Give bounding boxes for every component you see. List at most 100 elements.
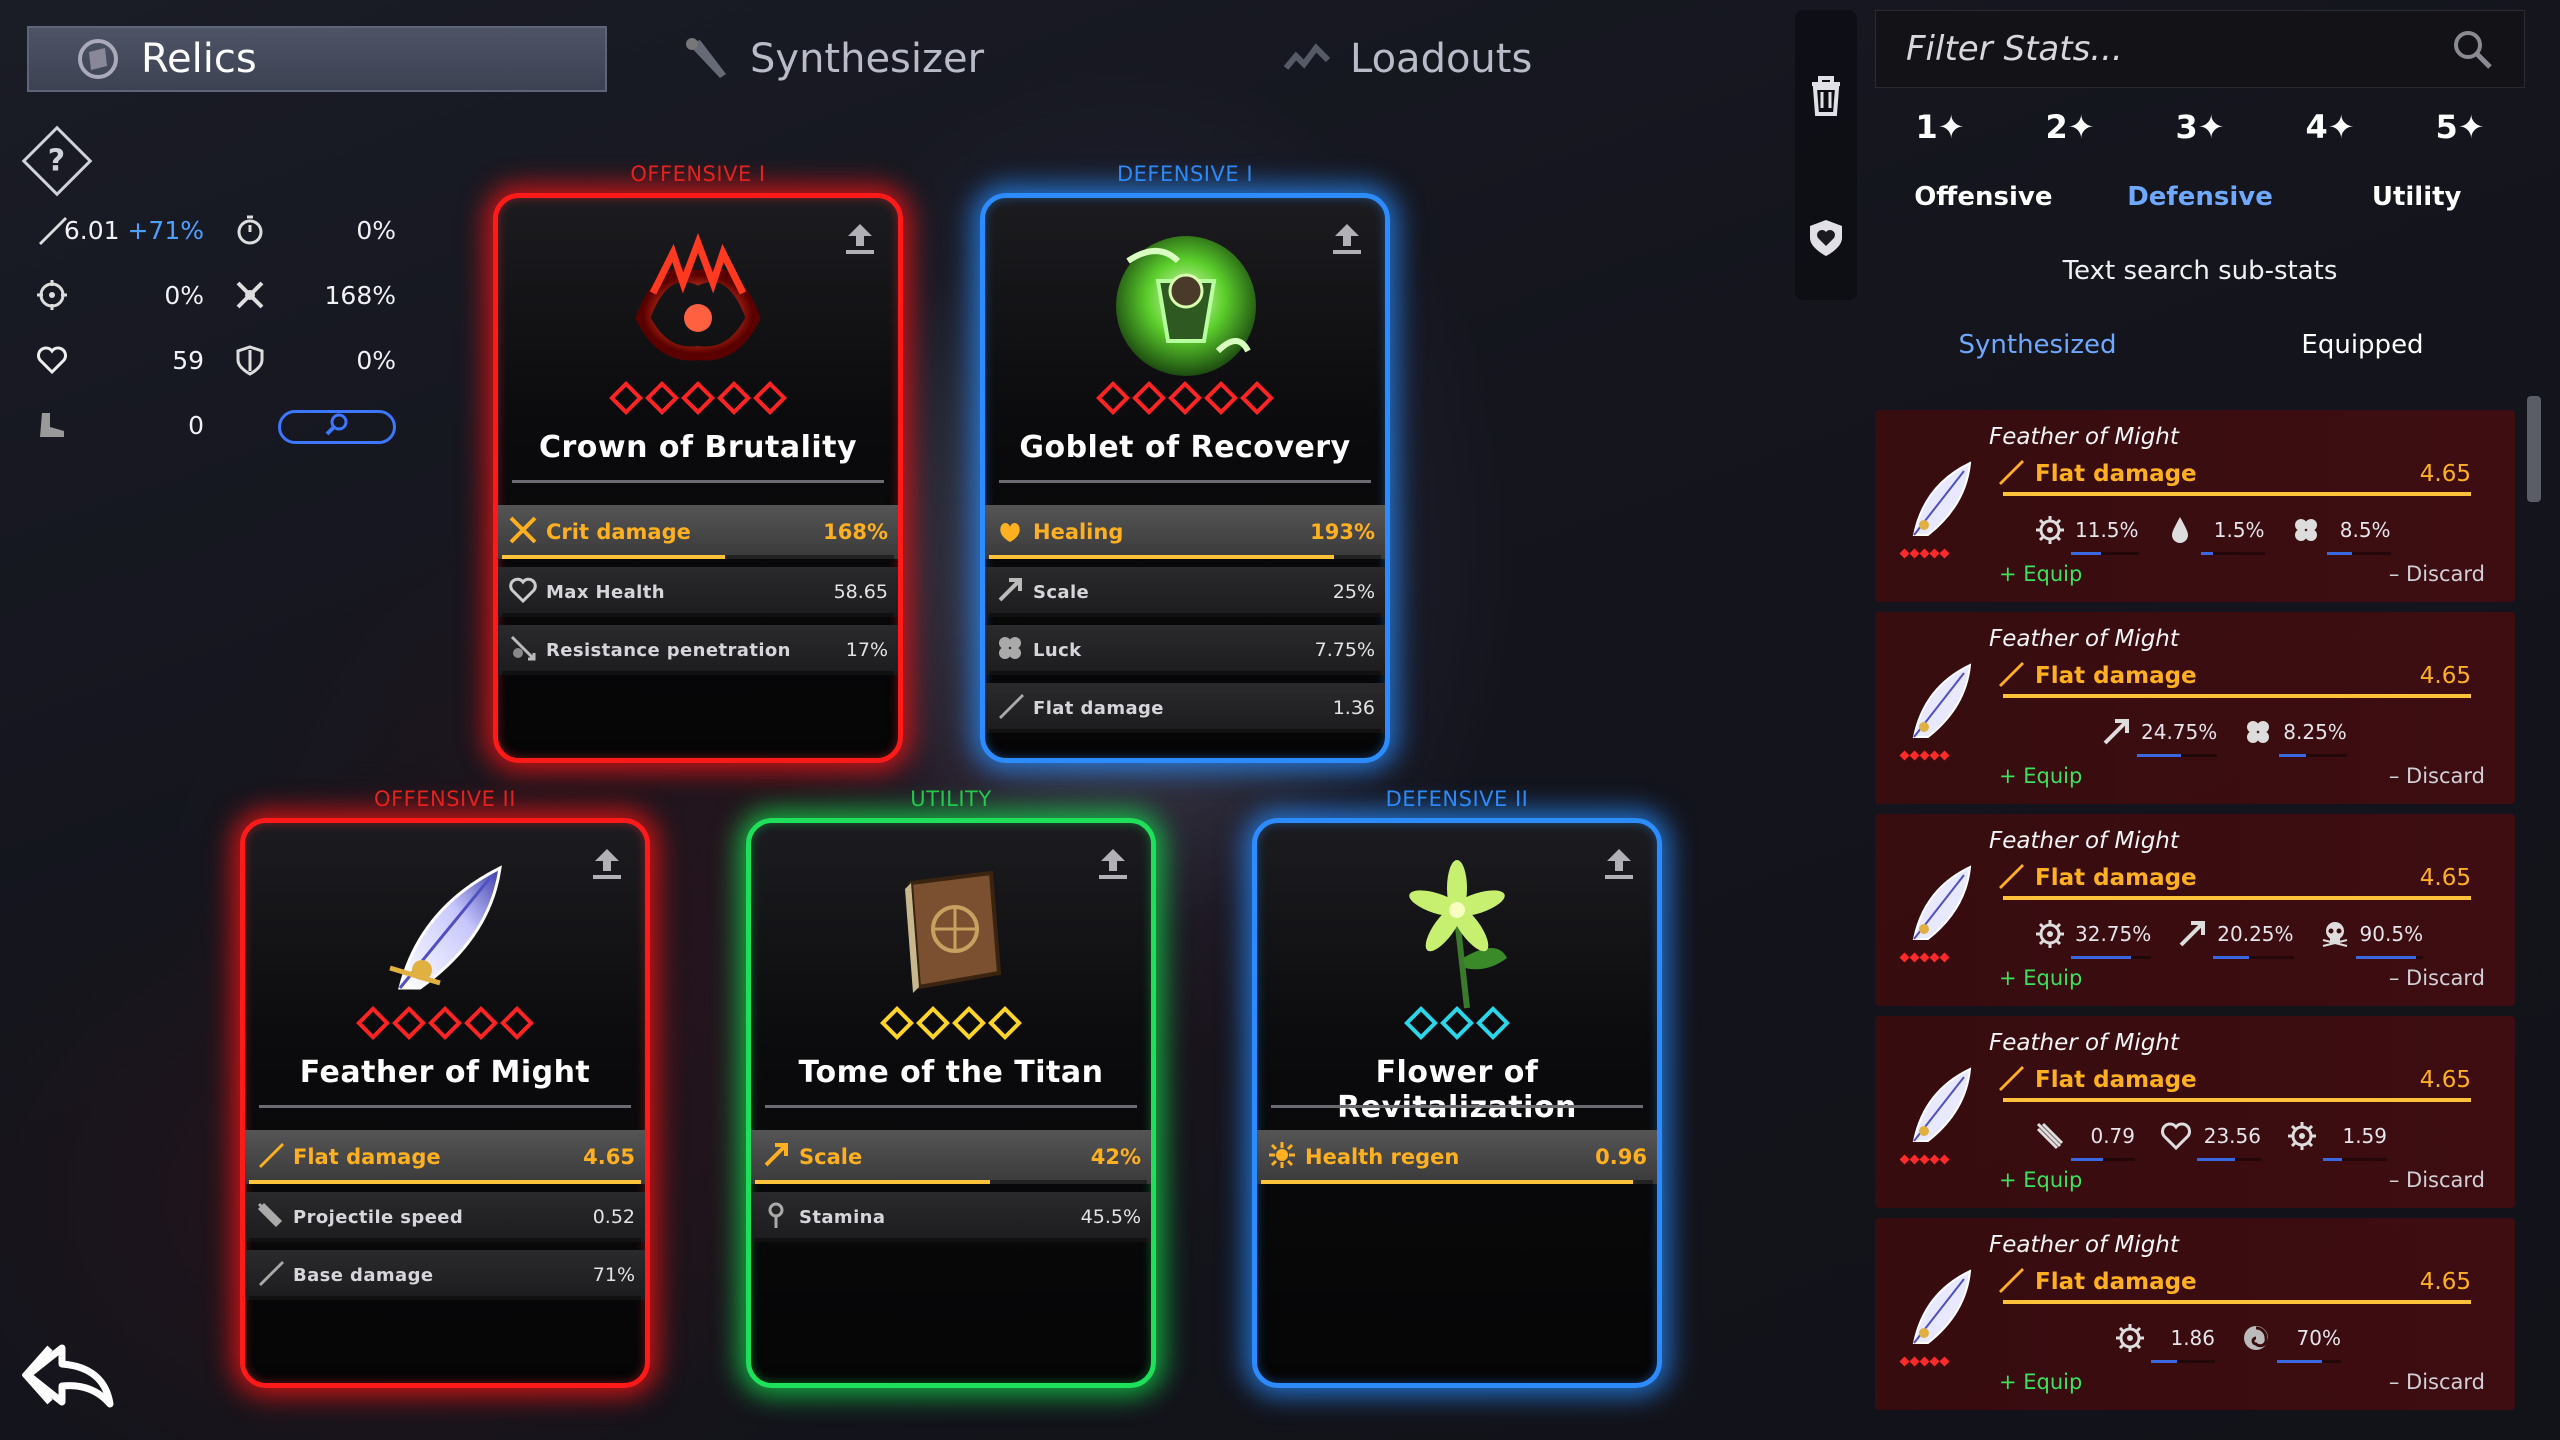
rarity-stars: [1257, 1006, 1657, 1040]
category-filter-defensive[interactable]: Defensive: [2092, 182, 2309, 212]
sort-synthesized[interactable]: Synthesized: [1875, 330, 2200, 360]
shield-heart-icon[interactable]: [1806, 216, 1846, 260]
sort-equipped[interactable]: Equipped: [2200, 330, 2525, 360]
sub-stat: Stamina 45.5%: [751, 1192, 1151, 1242]
item-substat: 24.75%: [2097, 713, 2218, 757]
goblet-of-recovery-art: [1095, 218, 1275, 398]
tier-filter-3[interactable]: 3✦: [2175, 108, 2224, 146]
tab-loadouts[interactable]: Loadouts: [1282, 26, 1532, 92]
list-item[interactable]: Feather of Might Flat damage 4.65 0.79 2…: [1875, 1016, 2515, 1208]
equip-button[interactable]: + Equip: [1999, 562, 2082, 586]
main-stat: Healing 193%: [985, 505, 1385, 559]
filter-stats-input[interactable]: Filter Stats...: [1875, 10, 2525, 88]
category-filter-utility[interactable]: Utility: [2308, 182, 2525, 212]
item-substat: 1.86: [2111, 1319, 2215, 1363]
sword-icon: [255, 1140, 285, 1174]
tier-filter-row: 1✦ 2✦ 3✦ 4✦ 5✦: [1875, 108, 2525, 146]
sword-icon: [995, 691, 1025, 725]
slot-label-offensive-2: OFFENSIVE II: [374, 787, 516, 811]
rarity-stars: [985, 381, 1385, 415]
relic-card-utility[interactable]: Tome of the Titan Scale 42% Stamina 45.5…: [746, 818, 1156, 1388]
list-item[interactable]: Feather of Might Flat damage 4.65 32.75%…: [1875, 814, 2515, 1006]
inventory-scrollbar[interactable]: [2527, 396, 2541, 502]
text-search-substats-toggle[interactable]: Text search sub-stats: [1875, 256, 2525, 286]
list-item[interactable]: Feather of Might Flat damage 4.65 24.75%…: [1875, 612, 2515, 804]
list-item[interactable]: Feather of Might Flat damage 4.65 11.5% …: [1875, 410, 2515, 602]
relic-card-defensive-2[interactable]: Flower of Revitalization Health regen 0.…: [1252, 818, 1662, 1388]
relic-toolbar: [1795, 10, 1857, 300]
scale-arrow-icon: [2097, 713, 2135, 751]
discard-button[interactable]: – Discard: [2389, 562, 2485, 586]
feather-thumbnail: [1895, 1258, 1985, 1358]
equip-button[interactable]: + Equip: [1999, 1168, 2082, 1192]
skull-icon: [2316, 915, 2354, 953]
stat-crit-damage: 168%: [230, 275, 396, 315]
tab-relics[interactable]: Relics: [27, 26, 607, 92]
unequip-icon[interactable]: [1599, 843, 1639, 883]
tier-filter-4[interactable]: 4✦: [2305, 108, 2354, 146]
item-substat: 70%: [2237, 1319, 2341, 1363]
list-item[interactable]: Feather of Might Flat damage 4.65 1.86 7…: [1875, 1218, 2515, 1410]
projectile-icon: [2031, 1117, 2069, 1155]
drop-icon: [2161, 511, 2199, 549]
sub-stat: Scale 25%: [985, 567, 1385, 617]
main-stat-bar: [1261, 1180, 1653, 1184]
filter-panel: Filter Stats... 1✦ 2✦ 3✦ 4✦ 5✦ Offensive…: [1875, 10, 2525, 390]
relic-icon: [73, 34, 123, 84]
item-substat: 20.25%: [2173, 915, 2294, 959]
tier-filter-1[interactable]: 1✦: [1915, 108, 1964, 146]
slot-label-defensive-2: DEFENSIVE II: [1385, 787, 1529, 811]
relic-name: Goblet of Recovery: [1019, 430, 1351, 465]
unequip-icon[interactable]: [1327, 218, 1367, 258]
item-main-stat: Flat damage 4.65: [1995, 1264, 2471, 1304]
rarity-stars: [751, 1006, 1151, 1040]
discard-button[interactable]: – Discard: [2389, 966, 2485, 990]
unequip-icon[interactable]: [1093, 843, 1133, 883]
tier-filter-5[interactable]: 5✦: [2435, 108, 2484, 146]
discard-button[interactable]: – Discard: [2389, 1370, 2485, 1394]
trash-icon[interactable]: [1806, 74, 1846, 118]
discard-button[interactable]: – Discard: [2389, 1168, 2485, 1192]
help-button[interactable]: ?: [21, 125, 93, 197]
category-filter-offensive[interactable]: Offensive: [1875, 182, 2092, 212]
relic-name: Feather of Might: [299, 1055, 591, 1090]
heart-icon: [32, 340, 72, 380]
stats-search-button[interactable]: [278, 410, 396, 444]
item-substat: 90.5%: [2316, 915, 2424, 959]
relic-card-offensive-2[interactable]: Feather of Might Flat damage 4.65 Projec…: [240, 818, 650, 1388]
heart-icon: [2157, 1117, 2195, 1155]
stopwatch-icon: [230, 210, 270, 250]
synthesizer-icon: [682, 34, 732, 84]
tab-synthesizer[interactable]: Synthesizer: [682, 26, 984, 92]
main-stat-bar: [989, 555, 1381, 559]
item-substat: 11.5%: [2031, 511, 2139, 555]
search-icon[interactable]: [2450, 27, 2494, 71]
feather-thumbnail: [1895, 854, 1985, 954]
item-name: Feather of Might: [1989, 424, 2179, 450]
feather-thumbnail: [1895, 450, 1985, 550]
equip-button[interactable]: + Equip: [1999, 764, 2082, 788]
equip-button[interactable]: + Equip: [1999, 1370, 2082, 1394]
sub-stat: Flat damage 1.36: [985, 683, 1385, 733]
item-substats: 24.75% 8.25%: [2097, 712, 2369, 757]
relic-card-defensive-1[interactable]: Goblet of Recovery Healing 193% Scale 25…: [980, 193, 1390, 763]
main-stat-bar: [249, 1180, 641, 1184]
feather-of-might-art: [355, 843, 535, 1023]
projectile-icon: [255, 1200, 285, 1234]
crit-burst-icon: [230, 275, 270, 315]
equip-button[interactable]: + Equip: [1999, 966, 2082, 990]
back-arrow-icon[interactable]: [22, 1340, 114, 1410]
item-name: Feather of Might: [1989, 828, 2179, 854]
item-substat: 0.79: [2031, 1117, 2135, 1161]
unequip-icon[interactable]: [840, 218, 880, 258]
relic-card-offensive-1[interactable]: Crown of Brutality Crit damage 168% Max …: [493, 193, 903, 763]
item-main-stat: Flat damage 4.65: [1995, 1062, 2471, 1102]
slot-label-offensive-1: OFFENSIVE I: [630, 162, 766, 186]
tab-relics-label: Relics: [141, 36, 257, 82]
relic-name: Crown of Brutality: [538, 430, 858, 465]
discard-button[interactable]: – Discard: [2389, 764, 2485, 788]
item-name: Feather of Might: [1989, 626, 2179, 652]
unequip-icon[interactable]: [587, 843, 627, 883]
tab-loadouts-label: Loadouts: [1350, 36, 1533, 82]
tier-filter-2[interactable]: 2✦: [2045, 108, 2094, 146]
